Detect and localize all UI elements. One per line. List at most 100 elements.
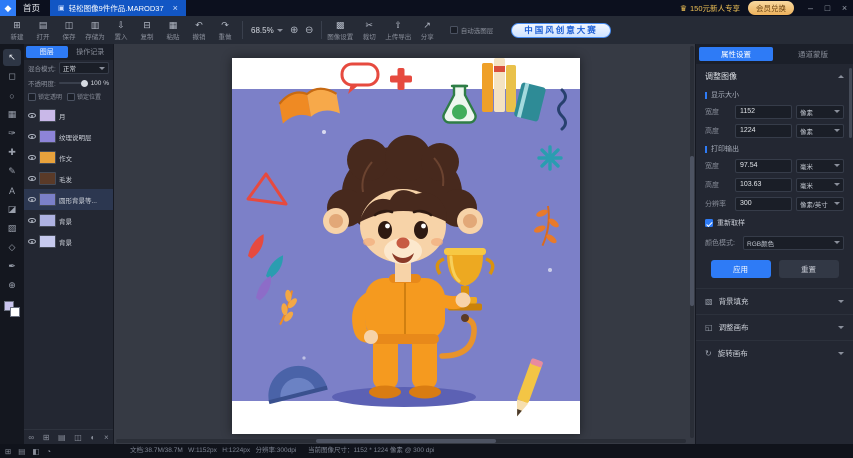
vertical-scrollbar[interactable]	[690, 46, 694, 438]
image-settings-button[interactable]: ▩图像设置	[326, 20, 355, 41]
undo-button[interactable]: ↶撤销	[186, 20, 212, 41]
vertical-scrollbar-thumb[interactable]	[690, 156, 694, 306]
background-fill-section[interactable]: ▧ 背景填充	[696, 288, 853, 314]
eye-icon[interactable]	[28, 197, 36, 203]
auto-select-checkbox[interactable]	[450, 26, 458, 34]
blend-mode-select[interactable]: 正常	[59, 62, 109, 74]
adjust-layer-icon[interactable]: ◐	[90, 433, 95, 442]
tab-layers[interactable]: 图层	[26, 46, 68, 58]
lock-transparency-checkbox[interactable]	[28, 93, 36, 101]
layer-row[interactable]: 纹理说明层	[24, 126, 113, 147]
tab-history[interactable]: 操作记录	[70, 46, 112, 58]
place-button[interactable]: ⇩置入	[108, 20, 134, 41]
horizontal-scrollbar[interactable]	[116, 439, 686, 443]
crop-action-button[interactable]: ✂裁切	[355, 20, 384, 41]
new-button[interactable]: ⊞新建	[4, 20, 30, 41]
brush-tool[interactable]: ✎	[3, 163, 21, 180]
artboard[interactable]	[232, 58, 580, 434]
eye-icon[interactable]	[28, 113, 36, 119]
copy-button[interactable]: ⊟复制	[134, 20, 160, 41]
open-button[interactable]: ▤打开	[30, 20, 56, 41]
link-layer-icon[interactable]: ∞	[28, 433, 34, 442]
eye-icon[interactable]	[28, 239, 36, 245]
group-layer-icon[interactable]: ▤	[58, 433, 66, 442]
minimize-button[interactable]: –	[802, 0, 819, 16]
layer-row-selected[interactable]: 圆形背景等...	[24, 189, 113, 210]
marquee-tool[interactable]: ◻	[3, 68, 21, 85]
grid-icon[interactable]: ⊞	[5, 447, 11, 456]
heal-tool[interactable]: ✚	[3, 144, 21, 161]
zoom-level-dropdown[interactable]: 68.5%	[247, 26, 287, 35]
contest-banner[interactable]: 中国风创意大赛	[511, 23, 611, 38]
display-height-input[interactable]	[735, 124, 792, 138]
eye-icon[interactable]	[28, 134, 36, 140]
color-swatches[interactable]	[4, 301, 20, 317]
clock-icon[interactable]: ◔	[46, 447, 51, 456]
display-height-unit-select[interactable]: 像素	[796, 124, 844, 138]
eraser-tool[interactable]: ◪	[3, 201, 21, 218]
shape-tool[interactable]: ◇	[3, 239, 21, 256]
redeem-button[interactable]: 会员兑换	[748, 1, 794, 15]
lock-transparency-toggle[interactable]: 锁定透明	[28, 92, 62, 101]
save-as-button[interactable]: ▥存储为	[82, 20, 108, 41]
maximize-button[interactable]: □	[819, 0, 836, 16]
eyedropper-tool[interactable]: ✑	[3, 125, 21, 142]
zoom-in-button[interactable]: ⊕	[287, 25, 302, 36]
share-button[interactable]: ↗分享	[413, 20, 442, 41]
layer-row[interactable]: 背景	[24, 231, 113, 252]
opacity-slider-knob[interactable]	[81, 80, 88, 87]
vip-promo[interactable]: ♛ 150元新人专享	[680, 3, 740, 14]
display-width-input[interactable]	[735, 105, 792, 119]
layer-row[interactable]: 毛发	[24, 168, 113, 189]
lasso-tool[interactable]: ○	[3, 87, 21, 104]
reset-button[interactable]: 重置	[779, 260, 839, 278]
tab-properties[interactable]: 属性设置	[699, 47, 773, 61]
redo-button[interactable]: ↷重做	[212, 20, 238, 41]
gradient-tool[interactable]: ▨	[3, 220, 21, 237]
eye-icon[interactable]	[28, 155, 36, 161]
eye-icon[interactable]	[28, 176, 36, 182]
tab-channels[interactable]: 通道蒙版	[776, 47, 850, 61]
resample-toggle[interactable]: 重新取样	[696, 213, 853, 233]
adjust-image-section-header[interactable]: 调整图像	[696, 64, 853, 86]
move-tool[interactable]: ↖	[3, 49, 21, 66]
add-layer-icon[interactable]: ⊞	[43, 433, 50, 442]
text-tool[interactable]: A	[3, 182, 21, 199]
crop-tool[interactable]: ▦	[3, 106, 21, 123]
zoom-tool[interactable]: ⊕	[3, 277, 21, 294]
document-tab[interactable]: ▣ 轻松图像9件作品.MAROD37 ×	[50, 0, 186, 16]
swatch-icon[interactable]: ◧	[32, 447, 39, 456]
panels-icon[interactable]: ▤	[18, 447, 25, 456]
panel-scrollbar-thumb[interactable]	[849, 68, 852, 138]
resolution-input[interactable]	[735, 197, 792, 211]
print-width-unit-select[interactable]: 毫米	[796, 159, 844, 173]
print-height-input[interactable]	[735, 178, 792, 192]
canvas-workspace[interactable]	[114, 44, 695, 444]
print-width-input[interactable]	[735, 159, 792, 173]
opacity-slider[interactable]	[59, 82, 88, 84]
save-button[interactable]: ◫保存	[56, 20, 82, 41]
layer-row[interactable]: 月	[24, 105, 113, 126]
zoom-out-button[interactable]: ⊖	[302, 25, 317, 36]
lock-position-checkbox[interactable]	[67, 93, 75, 101]
display-width-unit-select[interactable]: 像素	[796, 105, 844, 119]
mask-layer-icon[interactable]: ◫	[74, 433, 82, 442]
home-tab[interactable]: 首页	[16, 2, 50, 14]
close-tab-icon[interactable]: ×	[173, 4, 178, 13]
close-button[interactable]: ×	[836, 0, 853, 16]
layer-row[interactable]: 作文	[24, 147, 113, 168]
resolution-unit-select[interactable]: 像素/英寸	[796, 197, 844, 211]
delete-layer-icon[interactable]: ×	[104, 433, 109, 442]
paste-button[interactable]: ▦粘贴	[160, 20, 186, 41]
resample-checkbox[interactable]	[705, 219, 713, 227]
layer-row[interactable]: 背景	[24, 210, 113, 231]
adjust-canvas-section[interactable]: ◱ 调整画布	[696, 314, 853, 340]
lock-position-toggle[interactable]: 锁定位置	[67, 92, 101, 101]
auto-select-layer-toggle[interactable]: 自动选图层	[450, 25, 494, 35]
color-mode-select[interactable]: RGB颜色	[743, 236, 844, 250]
apply-button[interactable]: 应用	[711, 260, 771, 278]
background-color-swatch[interactable]	[10, 307, 20, 317]
print-height-unit-select[interactable]: 毫米	[796, 178, 844, 192]
eye-icon[interactable]	[28, 218, 36, 224]
upload-export-button[interactable]: ⇧上传导出	[384, 20, 413, 41]
